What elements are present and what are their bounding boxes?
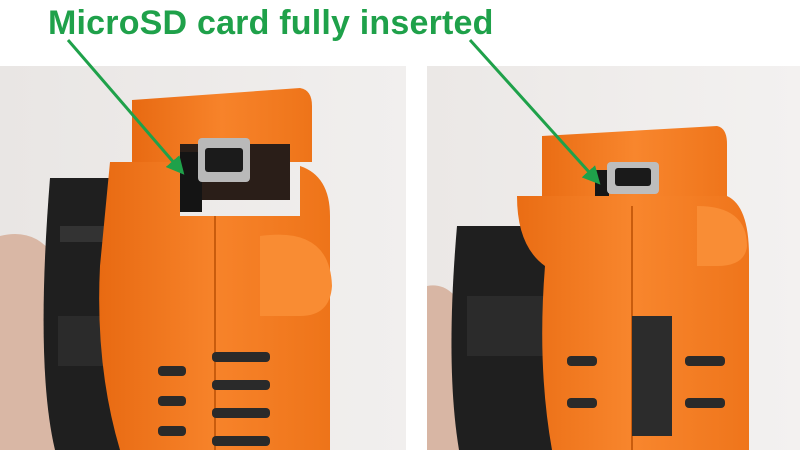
photo-right-illustration (427, 66, 800, 450)
photo-right (427, 66, 800, 450)
annotation-caption: MicroSD card fully inserted (48, 4, 494, 42)
photo-left-illustration (0, 66, 406, 450)
microsd-card (595, 170, 609, 200)
photo-left (0, 66, 406, 450)
